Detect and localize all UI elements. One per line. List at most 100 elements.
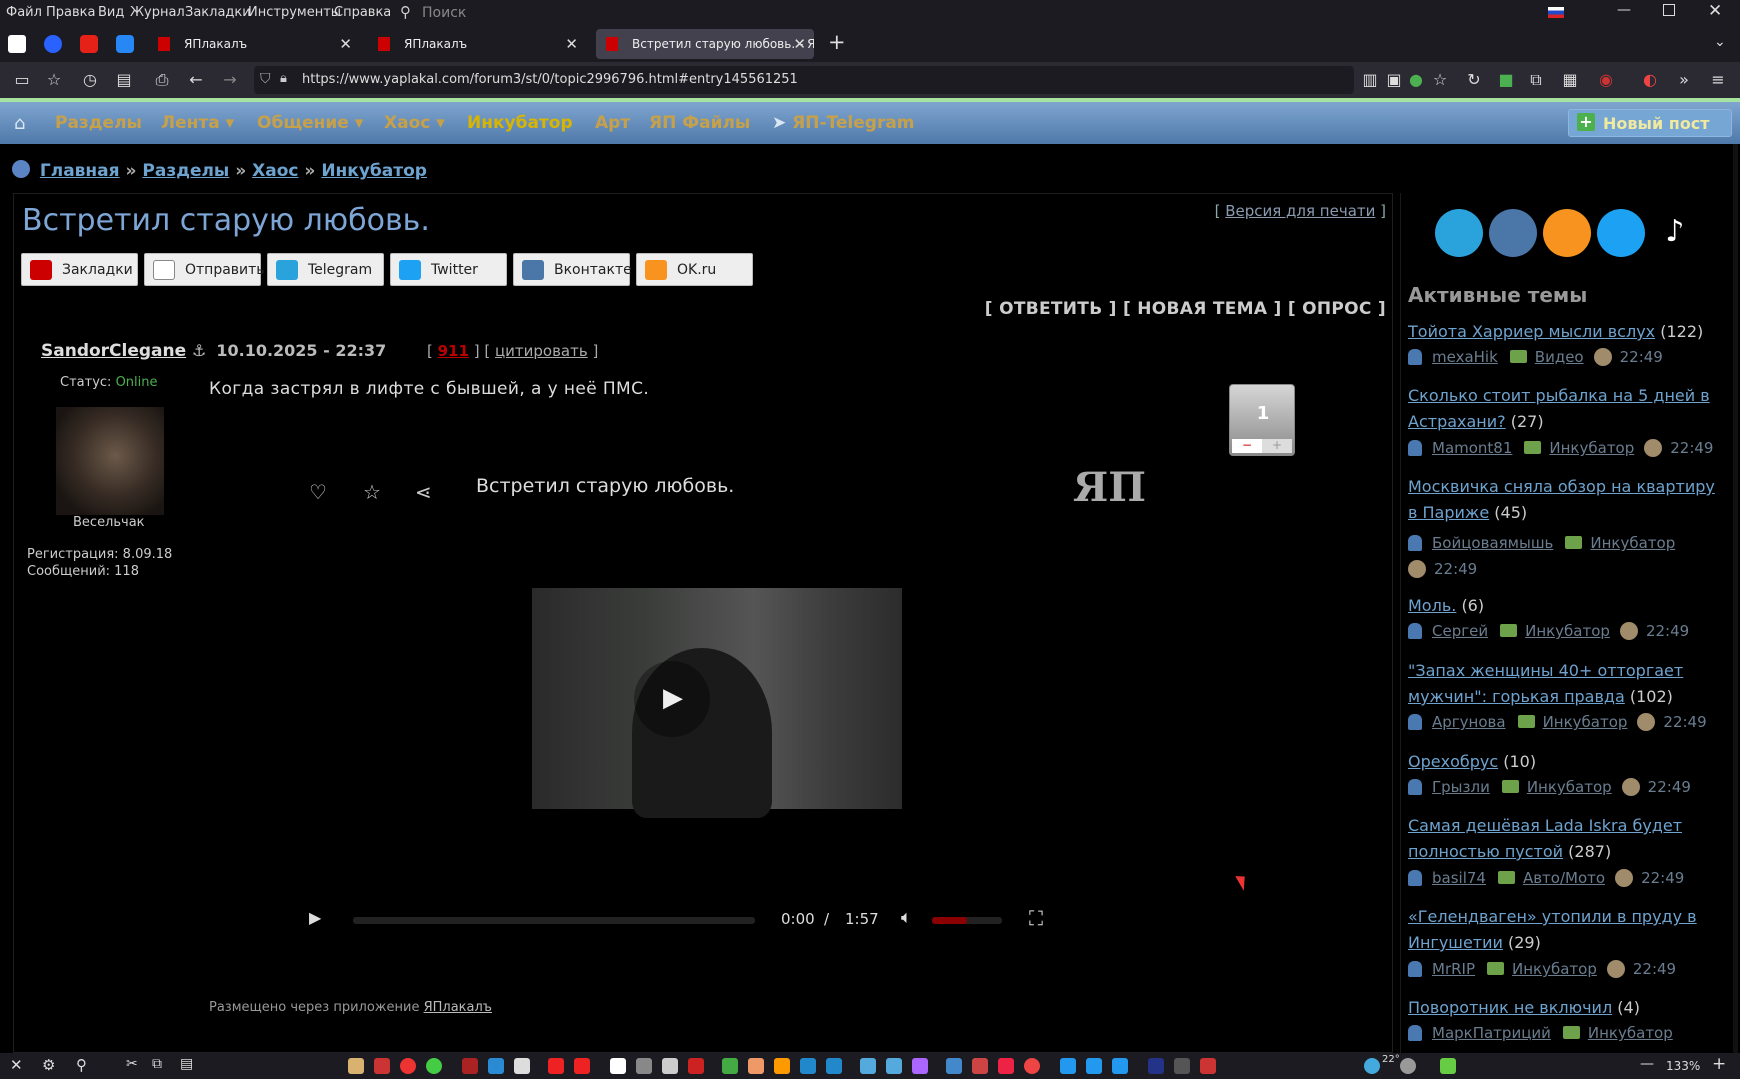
close-icon[interactable]: ✕: [565, 35, 578, 53]
pocket-icon[interactable]: ▣: [1384, 70, 1404, 90]
extensions-icon[interactable]: ⧉: [1526, 70, 1546, 90]
app-icon[interactable]: [886, 1058, 902, 1074]
zoom-out-button[interactable]: —: [1640, 1056, 1654, 1072]
quote-link[interactable]: цитировать: [495, 342, 588, 360]
overflow-icon[interactable]: »: [1674, 70, 1694, 90]
topic-user[interactable]: Аргунова: [1432, 713, 1506, 731]
topic-link[interactable]: Тойота Харриер мысли вслух: [1408, 322, 1655, 341]
video-frame[interactable]: [532, 588, 902, 818]
scrollbar[interactable]: [1733, 144, 1738, 1053]
app-icon[interactable]: [1060, 1058, 1076, 1074]
tab-yaplakal-1[interactable]: ЯПлакалъ ✕: [148, 29, 360, 59]
download-icon[interactable]: [1440, 1058, 1456, 1074]
close-window-button[interactable]: ✕: [1708, 1, 1722, 21]
nav-social[interactable]: Общение ▾: [257, 113, 363, 133]
menu-file[interactable]: Файл: [6, 5, 42, 20]
new-post-button[interactable]: + Новый пост: [1568, 109, 1732, 137]
topic-link[interactable]: Сколько стоит рыбалка на 5 дней в Астрах…: [1408, 386, 1710, 431]
topic-forum[interactable]: Инкубатор: [1588, 1024, 1673, 1042]
tiktok-icon[interactable]: ♪: [1651, 209, 1699, 257]
share-telegram-button[interactable]: Telegram: [267, 253, 384, 286]
opera-icon[interactable]: [400, 1058, 416, 1074]
app-icon[interactable]: [610, 1058, 626, 1074]
crumb-sections[interactable]: Разделы: [142, 161, 229, 181]
menu-tools[interactable]: Инструменты: [248, 5, 341, 20]
topic-link[interactable]: Орехобрус: [1408, 752, 1498, 771]
topic-forum[interactable]: Инкубатор: [1549, 439, 1634, 457]
topic-actions[interactable]: [ ОТВЕТИТЬ ] [ НОВАЯ ТЕМА ] [ ОПРОС ]: [985, 299, 1386, 319]
plus-button[interactable]: +: [1262, 439, 1292, 453]
app-icon[interactable]: [1400, 1058, 1416, 1074]
screenshot-icon[interactable]: ▦: [1560, 70, 1580, 90]
app-icon[interactable]: [662, 1058, 678, 1074]
ublock-icon[interactable]: ◉: [1596, 70, 1616, 90]
search-icon[interactable]: ⚲: [76, 1056, 87, 1074]
minimize-button[interactable]: —: [1617, 2, 1631, 18]
app-icon[interactable]: [348, 1058, 364, 1074]
vk-icon[interactable]: [1489, 209, 1537, 257]
reload-icon[interactable]: ↻: [1464, 70, 1484, 90]
clipboard-icon[interactable]: ▤: [180, 1056, 193, 1072]
bookmark-icon[interactable]: ☆: [44, 70, 64, 90]
history-icon[interactable]: ◷: [80, 70, 100, 90]
fullscreen-icon[interactable]: ⛶: [1029, 906, 1043, 930]
extension-icon[interactable]: ■: [1496, 70, 1516, 90]
app-icon[interactable]: [636, 1058, 652, 1074]
youtube-icon[interactable]: [548, 1058, 564, 1074]
nav-incubator[interactable]: Инкубатор: [467, 113, 573, 133]
tab-list-icon[interactable]: ⌄: [1714, 34, 1726, 50]
app-icon[interactable]: [1364, 1058, 1380, 1074]
topic-link[interactable]: Москвичка сняла обзор на квартиру в Пари…: [1408, 477, 1715, 522]
app-icon[interactable]: [972, 1058, 988, 1074]
volume-icon[interactable]: 🔈︎: [901, 907, 912, 928]
maximize-button[interactable]: [1663, 4, 1675, 16]
star-icon[interactable]: ☆: [1430, 70, 1450, 90]
nav-files[interactable]: ЯП Файлы: [649, 113, 750, 133]
cut-icon[interactable]: ✂: [126, 1056, 138, 1072]
topic-user[interactable]: basil74: [1432, 869, 1486, 887]
topic-user[interactable]: Сергей: [1432, 622, 1488, 640]
extension-icon[interactable]: ●: [1406, 70, 1426, 90]
app-icon[interactable]: [722, 1058, 738, 1074]
crumb-chaos[interactable]: Хаос: [252, 161, 298, 181]
nav-sections[interactable]: Разделы: [55, 113, 142, 133]
app-link[interactable]: ЯПлакалъ: [424, 1000, 492, 1015]
app-icon[interactable]: [462, 1058, 478, 1074]
nav-feed[interactable]: Лента ▾: [161, 113, 234, 133]
close-icon[interactable]: ✕: [339, 35, 352, 53]
topic-link[interactable]: Поворотник не включил: [1408, 998, 1612, 1017]
heart-icon[interactable]: ♡: [309, 480, 327, 504]
topic-user[interactable]: Грызли: [1432, 778, 1490, 796]
play-icon[interactable]: ▶: [634, 661, 710, 737]
menu-view[interactable]: Вид: [98, 5, 124, 20]
topic-forum[interactable]: Инкубатор: [1590, 534, 1675, 552]
star-icon[interactable]: ☆: [363, 480, 381, 504]
youtube-icon[interactable]: [80, 35, 98, 53]
tab-yaplakal-2[interactable]: ЯПлакалъ ✕: [368, 29, 586, 59]
reader-icon[interactable]: ▥: [1360, 70, 1380, 90]
crumb-home[interactable]: Главная: [40, 161, 120, 181]
youtube-icon[interactable]: [574, 1058, 590, 1074]
topic-forum[interactable]: Инкубатор: [1512, 960, 1597, 978]
pinned-tab-icon[interactable]: [44, 35, 62, 53]
share-icon[interactable]: ⋖: [415, 480, 432, 504]
app-icon[interactable]: [912, 1058, 928, 1074]
app-icon[interactable]: [860, 1058, 876, 1074]
app-icon[interactable]: [1086, 1058, 1102, 1074]
app-icon[interactable]: [998, 1058, 1014, 1074]
play-button[interactable]: ▶: [309, 908, 321, 927]
topic-user[interactable]: Mamont81: [1432, 439, 1512, 457]
topic-user[interactable]: Бойцоваямышь: [1432, 534, 1553, 552]
ok-icon[interactable]: [1543, 209, 1591, 257]
back-icon[interactable]: ←: [186, 70, 206, 90]
pinned-tab-icon[interactable]: [8, 35, 26, 53]
share-bookmarks-button[interactable]: Закладки: [21, 253, 138, 286]
search-input[interactable]: ⚲ Поиск: [390, 1, 1580, 25]
extension-icon[interactable]: ◐: [1640, 70, 1660, 90]
topic-user[interactable]: МаркПатриций: [1432, 1024, 1551, 1042]
post-number-link[interactable]: 911: [438, 342, 469, 360]
close-icon[interactable]: ✕: [793, 35, 806, 53]
app-icon[interactable]: [748, 1058, 764, 1074]
topic-forum[interactable]: Инкубатор: [1527, 778, 1612, 796]
print-version-link[interactable]: Версия для печати: [1225, 202, 1375, 220]
